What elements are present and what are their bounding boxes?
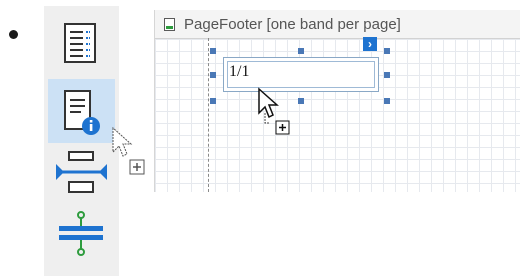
toolbox-item-table-of-contents[interactable] (48, 12, 115, 76)
table-of-contents-icon (64, 23, 96, 63)
report-designer-surface[interactable]: PageFooter [one band per page] › 1/1 (154, 10, 520, 192)
resize-handle[interactable] (298, 48, 304, 54)
band-title: PageFooter [one band per page] (184, 16, 401, 33)
margin-guide-line (208, 38, 209, 192)
smart-tag-button[interactable]: › (363, 37, 377, 51)
page-break-icon (56, 151, 107, 193)
resize-handle[interactable] (298, 98, 304, 104)
toolbox-item-cross-band-line[interactable] (48, 210, 115, 274)
band-icon (164, 18, 175, 31)
resize-handle[interactable] (210, 48, 216, 54)
mouse-pointer-icon (258, 87, 290, 135)
resize-handle[interactable] (210, 98, 216, 104)
resize-handle[interactable] (210, 72, 216, 78)
toolbox-item-page-break[interactable] (48, 146, 115, 210)
drag-cursor-icon (112, 126, 145, 175)
resize-handle[interactable] (384, 98, 390, 104)
page-info-field[interactable]: 1/1 (223, 57, 379, 92)
cross-band-line-icon (59, 211, 103, 256)
bullet-point (9, 30, 18, 39)
page-info-icon (64, 90, 100, 135)
page-info-field-text: 1/1 (229, 63, 250, 80)
resize-handle[interactable] (384, 72, 390, 78)
toolbox-item-page-info[interactable] (48, 79, 115, 143)
page-footer-band-header[interactable]: PageFooter [one band per page] (155, 10, 520, 39)
toolbox-panel (44, 6, 119, 276)
resize-handle[interactable] (384, 48, 390, 54)
